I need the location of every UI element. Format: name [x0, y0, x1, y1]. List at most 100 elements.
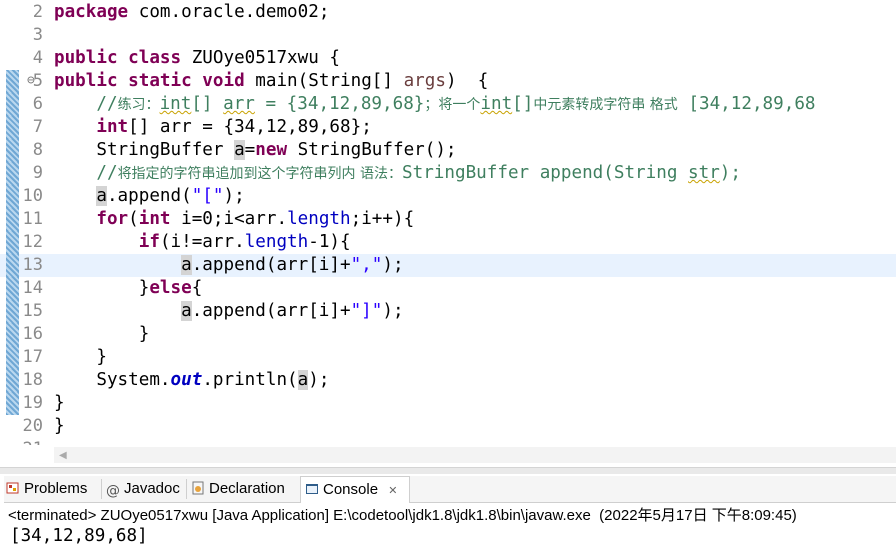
change-marker: [6, 93, 19, 116]
code-token: a: [234, 140, 245, 160]
code-line[interactable]: 12 if(i!=arr.length-1){: [0, 231, 896, 254]
code-token: ;i++){: [350, 209, 415, 229]
code-line[interactable]: 18 System.out.println(a);: [0, 369, 896, 392]
code-text: }else{: [54, 278, 203, 299]
change-marker: [6, 70, 19, 93]
code-text: if(i!=arr.length-1){: [54, 232, 351, 253]
change-marker: [6, 392, 19, 415]
change-marker: [6, 116, 19, 139]
line-gutter[interactable]: ⊖ 5: [0, 70, 54, 93]
code-line[interactable]: ⊖ 5 public static void main(String[] args)…: [0, 70, 896, 93]
code-token: a: [297, 370, 309, 390]
line-number: 13: [22, 255, 43, 275]
line-gutter[interactable]: 21: [0, 438, 54, 445]
code-token: public class: [54, 48, 182, 68]
code-line[interactable]: 11 for(int i=0;i<arr.length;i++){: [0, 208, 896, 231]
code-token: package: [54, 2, 129, 22]
code-line[interactable]: 14 }else{: [0, 277, 896, 300]
code-line[interactable]: 6 //练习：int[] arr = {34,12,89,68}；将一个int[…: [0, 93, 896, 116]
code-text: }: [54, 393, 65, 414]
line-gutter[interactable]: 11: [0, 208, 54, 231]
code-token: .append(arr[i]+: [191, 301, 351, 321]
panel-divider[interactable]: [0, 467, 896, 474]
line-gutter[interactable]: 4: [0, 47, 54, 70]
line-number: 11: [22, 209, 43, 229]
line-gutter[interactable]: 2: [0, 1, 54, 24]
code-token: for: [96, 209, 129, 229]
code-line[interactable]: 16 }: [0, 323, 896, 346]
code-line[interactable]: 10 a.append("[");: [0, 185, 896, 208]
line-gutter[interactable]: 18: [0, 369, 54, 392]
code-editor[interactable]: 2 package com.oracle.demo02; 3 4 public clas…: [0, 0, 896, 445]
code-token: i=0;i<arr.: [170, 209, 288, 229]
code-text: public static void main(String[] args) {: [54, 71, 488, 92]
change-marker: [6, 300, 19, 323]
close-tab-icon[interactable]: ✕: [388, 484, 397, 497]
line-number: 4: [32, 48, 43, 68]
line-gutter[interactable]: 3: [0, 24, 54, 47]
line-number: 12: [22, 232, 43, 252]
change-marker: [6, 346, 19, 369]
line-gutter[interactable]: 9: [0, 162, 54, 185]
line-gutter[interactable]: 8: [0, 139, 54, 162]
line-gutter[interactable]: 13: [0, 254, 54, 277]
code-token: }: [54, 347, 107, 367]
code-line[interactable]: 19}: [0, 392, 896, 415]
line-gutter[interactable]: 10: [0, 185, 54, 208]
code-token: ",": [350, 255, 383, 275]
code-token: else: [149, 278, 192, 298]
console-output[interactable]: [34,12,89,68]: [10, 526, 148, 547]
change-marker: [6, 277, 19, 300]
code-text: //练习：int[] arr = {34,12,89,68}；将一个int[]中…: [54, 94, 815, 116]
code-line[interactable]: 8 StringBuffer a=new StringBuffer();: [0, 139, 896, 162]
code-token: =: [244, 140, 256, 160]
line-number: 16: [22, 324, 43, 344]
code-token: .println(: [202, 370, 298, 390]
change-marker: [6, 254, 19, 277]
horizontal-scrollbar[interactable]: ◀: [54, 447, 896, 463]
line-number: 2: [32, 2, 43, 22]
code-line[interactable]: 4 public class ZUOye0517xwu {: [0, 47, 896, 70]
line-number: 14: [22, 278, 43, 298]
code-token: -1){: [308, 232, 351, 252]
code-token: [] arr = {34,12,89,68};: [128, 117, 372, 137]
code-token: 将指定的字符串追加到这个字符串列内 语法：: [117, 166, 403, 182]
tab-declaration[interactable]: Declaration: [191, 476, 285, 502]
scroll-left-icon[interactable]: ◀: [59, 450, 67, 461]
line-gutter[interactable]: 19: [0, 392, 54, 415]
line-gutter[interactable]: 14: [0, 277, 54, 300]
code-line[interactable]: 7 int[] arr = {34,12,89,68};: [0, 116, 896, 139]
tab-javadoc[interactable]: @ Javadoc: [106, 476, 180, 502]
line-gutter[interactable]: 20: [0, 415, 54, 438]
line-number: 6: [32, 94, 43, 114]
code-token: length: [287, 209, 351, 229]
tab-problems[interactable]: Problems: [6, 476, 87, 502]
line-gutter[interactable]: 7: [0, 116, 54, 139]
code-line[interactable]: 15 a.append(arr[i]+"]");: [0, 300, 896, 323]
code-line[interactable]: 9 //将指定的字符串追加到这个字符串列内 语法：StringBuffer ap…: [0, 162, 896, 185]
code-text: int[] arr = {34,12,89,68};: [54, 117, 372, 138]
line-gutter[interactable]: 17: [0, 346, 54, 369]
code-line[interactable]: 3: [0, 24, 896, 47]
code-line[interactable]: 20}: [0, 415, 896, 438]
line-number: 15: [22, 301, 43, 321]
code-token: = {34,12,89,68}: [254, 94, 425, 114]
code-line[interactable]: 2 package com.oracle.demo02;: [0, 1, 896, 24]
line-number: 19: [22, 393, 43, 413]
code-token: int: [96, 117, 129, 137]
line-gutter[interactable]: 12: [0, 231, 54, 254]
tab-problems-label: Problems: [24, 480, 88, 497]
line-gutter[interactable]: 6: [0, 93, 54, 116]
line-gutter[interactable]: 16: [0, 323, 54, 346]
change-marker: [6, 323, 19, 346]
code-line[interactable]: 21: [0, 438, 896, 445]
line-gutter[interactable]: 15: [0, 300, 54, 323]
code-line[interactable]: 17 }: [0, 346, 896, 369]
line-number: 8: [32, 140, 43, 160]
tab-console[interactable]: Console ✕: [300, 476, 410, 503]
code-line[interactable]: 13 a.append(arr[i]+",");: [0, 254, 896, 277]
code-token: a: [181, 301, 192, 321]
code-token: );: [382, 255, 404, 275]
